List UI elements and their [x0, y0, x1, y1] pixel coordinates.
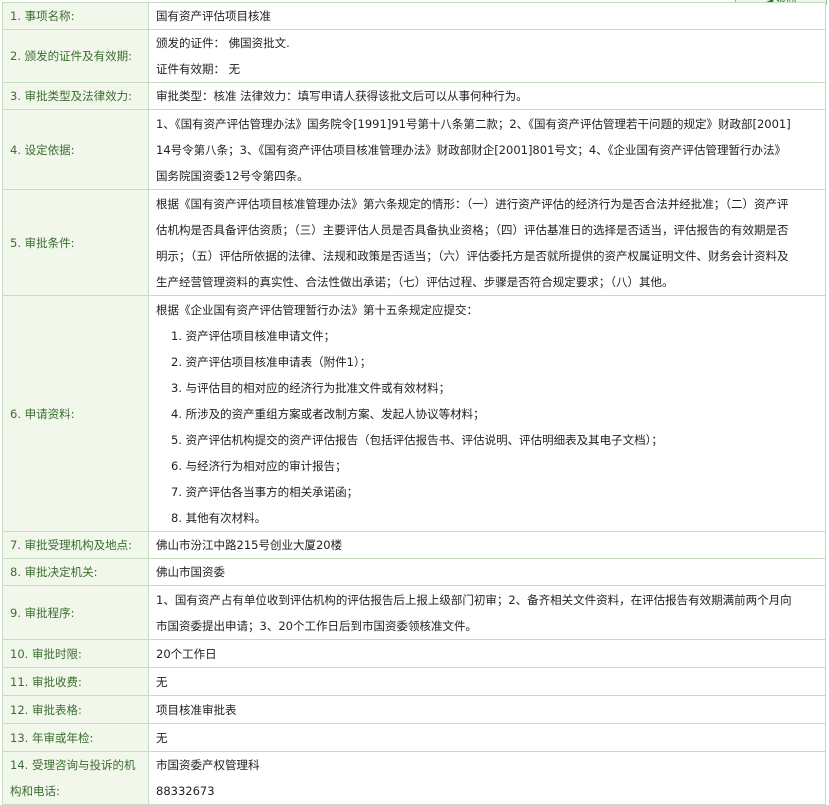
value-line: 项目核准审批表: [156, 702, 237, 717]
row-value: 审批类型：核准 法律效力：填写申请人获得该批文后可以从事何种行为。: [148, 82, 826, 110]
list-item: 3. 与评估目的相对应的经济行为批准文件或有效材料；: [171, 380, 451, 395]
table-row: 8. 审批决定机关: 佛山市国资委: [2, 558, 826, 586]
row-label: 7. 审批受理机构及地点:: [2, 531, 149, 559]
value-line: 明示；（五）评估所依据的法律、法规和政策是否适当；（六）评估委托方是否就所提供的…: [156, 248, 789, 263]
value-line: 颁发的证件： 佛国资批文.: [156, 36, 290, 50]
row-label: 9. 审批程序:: [2, 585, 149, 640]
value-line: 1、《国有资产评估管理办法》国务院令[1991]91号第十八条第二款；2、《国有…: [156, 116, 791, 131]
table-row: 14. 受理咨询与投诉的机构和电话: 市国资委产权管理科 88332673: [2, 751, 826, 805]
table-row: 11. 审批收费: 无: [2, 667, 826, 696]
list-item: 4. 所涉及的资产重组方案或者改制方案、发起人协议等材料；: [171, 406, 485, 421]
table-row: 12. 审批表格: 项目核准审批表: [2, 695, 826, 724]
approval-info-table: 1. 事项名称: 国有资产评估项目核准 2. 颁发的证件及有效期: 颁发的证件：…: [2, 2, 826, 805]
table-row: 13. 年审或年检: 无: [2, 723, 826, 752]
row-value: 佛山市汾江中路215号创业大厦20楼: [148, 531, 826, 559]
value-line: 14号令第八条；3、《国有资产评估项目核准管理办法》财政部财企[2001]801…: [156, 142, 786, 157]
row-label: 14. 受理咨询与投诉的机构和电话:: [2, 751, 149, 805]
row-value: 根据《企业国有资产评估管理暂行办法》第十五条规定应提交： 1. 资产评估项目核准…: [148, 295, 826, 532]
row-label: 3. 审批类型及法律效力:: [2, 82, 149, 110]
list-item: 7. 资产评估各当事方的相关承诺函；: [171, 484, 359, 499]
table-row: 10. 审批时限: 20个工作日: [2, 639, 826, 668]
value-line: 根据《企业国有资产评估管理暂行办法》第十五条规定应提交：: [156, 302, 478, 317]
table-row: 6. 申请资料: 根据《企业国有资产评估管理暂行办法》第十五条规定应提交： 1.…: [2, 295, 826, 532]
value-line: 审批类型：核准 法律效力：填写申请人获得该批文后可以从事何种行为。: [156, 89, 528, 103]
list-item: 6. 与经济行为相对应的审计报告；: [171, 458, 347, 473]
value-line: 20个工作日: [156, 646, 217, 661]
row-label: 1. 事项名称:: [2, 2, 149, 30]
value-line: 佛山市国资委: [156, 565, 225, 579]
row-label: 10. 审批时限:: [2, 639, 149, 668]
value-line: 市国资委产权管理科: [156, 758, 260, 772]
list-item: 5. 资产评估机构提交的资产评估报告（包括评估报告书、评估说明、评估明细表及其电…: [171, 432, 663, 447]
row-value: 1、国有资产占有单位收到评估机构的评估报告后上报上级部门初审；2、备齐相关文件资…: [148, 585, 826, 640]
row-label: 8. 审批决定机关:: [2, 558, 149, 586]
row-label: 4. 设定依据:: [2, 109, 149, 190]
value-line: 无: [156, 674, 168, 689]
row-value: 20个工作日: [148, 639, 826, 668]
row-label: 5. 审批条件:: [2, 189, 149, 296]
table-row: 7. 审批受理机构及地点: 佛山市汾江中路215号创业大厦20楼: [2, 531, 826, 559]
table-row: 1. 事项名称: 国有资产评估项目核准: [2, 2, 826, 30]
value-line: 生产经营管理资料的真实性、合法性做出承诺；（七）评估过程、步骤是否符合规定要求；…: [156, 274, 674, 289]
row-value: 无: [148, 723, 826, 752]
value-line: 市国资委提出申请；3、20个工作日后到市国资委领核准文件。: [156, 618, 477, 633]
table-row: 4. 设定依据: 1、《国有资产评估管理办法》国务院令[1991]91号第十八条…: [2, 109, 826, 190]
row-label: 12. 审批表格:: [2, 695, 149, 724]
value-line: 无: [156, 730, 168, 745]
row-value: 佛山市国资委: [148, 558, 826, 586]
list-item: 1. 资产评估项目核准申请文件；: [171, 328, 336, 343]
value-line: 佛山市汾江中路215号创业大厦20楼: [156, 538, 343, 552]
row-value: 根据《国有资产评估项目核准管理办法》第六条规定的情形：（一）进行资产评估的经济行…: [148, 189, 826, 296]
value-line: 88332673: [156, 784, 215, 798]
value-line: 根据《国有资产评估项目核准管理办法》第六条规定的情形：（一）进行资产评估的经济行…: [156, 196, 789, 211]
list-item: 8. 其他有次材料。: [171, 510, 267, 525]
row-label: 2. 颁发的证件及有效期:: [2, 29, 149, 83]
table-row: 5. 审批条件: 根据《国有资产评估项目核准管理办法》第六条规定的情形：（一）进…: [2, 189, 826, 296]
row-value: 颁发的证件： 佛国资批文. 证件有效期： 无: [148, 29, 826, 83]
row-label: 6. 申请资料:: [2, 295, 149, 532]
value-line: 证件有效期： 无: [156, 62, 241, 76]
value-line: 国有资产评估项目核准: [156, 9, 271, 23]
value-line: 1、国有资产占有单位收到评估机构的评估报告后上报上级部门初审；2、备齐相关文件资…: [156, 592, 792, 607]
table-row: 9. 审批程序: 1、国有资产占有单位收到评估机构的评估报告后上报上级部门初审；…: [2, 585, 826, 640]
list-item: 2. 资产评估项目核准申请表（附件1）；: [171, 354, 372, 369]
row-value: 1、《国有资产评估管理办法》国务院令[1991]91号第十八条第二款；2、《国有…: [148, 109, 826, 190]
row-label: 11. 审批收费:: [2, 667, 149, 696]
row-value: 无: [148, 667, 826, 696]
table-row: 3. 审批类型及法律效力: 审批类型：核准 法律效力：填写申请人获得该批文后可以…: [2, 82, 826, 110]
value-line: 国务院国资委12号令第四条。: [156, 168, 309, 183]
row-label: 13. 年审或年检:: [2, 723, 149, 752]
row-value: 市国资委产权管理科 88332673: [148, 751, 826, 805]
row-value: 项目核准审批表: [148, 695, 826, 724]
row-value: 国有资产评估项目核准: [148, 2, 826, 30]
value-line: 估机构是否具备评估资质；（三）主要评估人员是否具备执业资格；（四）评估基准日的选…: [156, 222, 789, 237]
table-row: 2. 颁发的证件及有效期: 颁发的证件： 佛国资批文. 证件有效期： 无: [2, 29, 826, 83]
